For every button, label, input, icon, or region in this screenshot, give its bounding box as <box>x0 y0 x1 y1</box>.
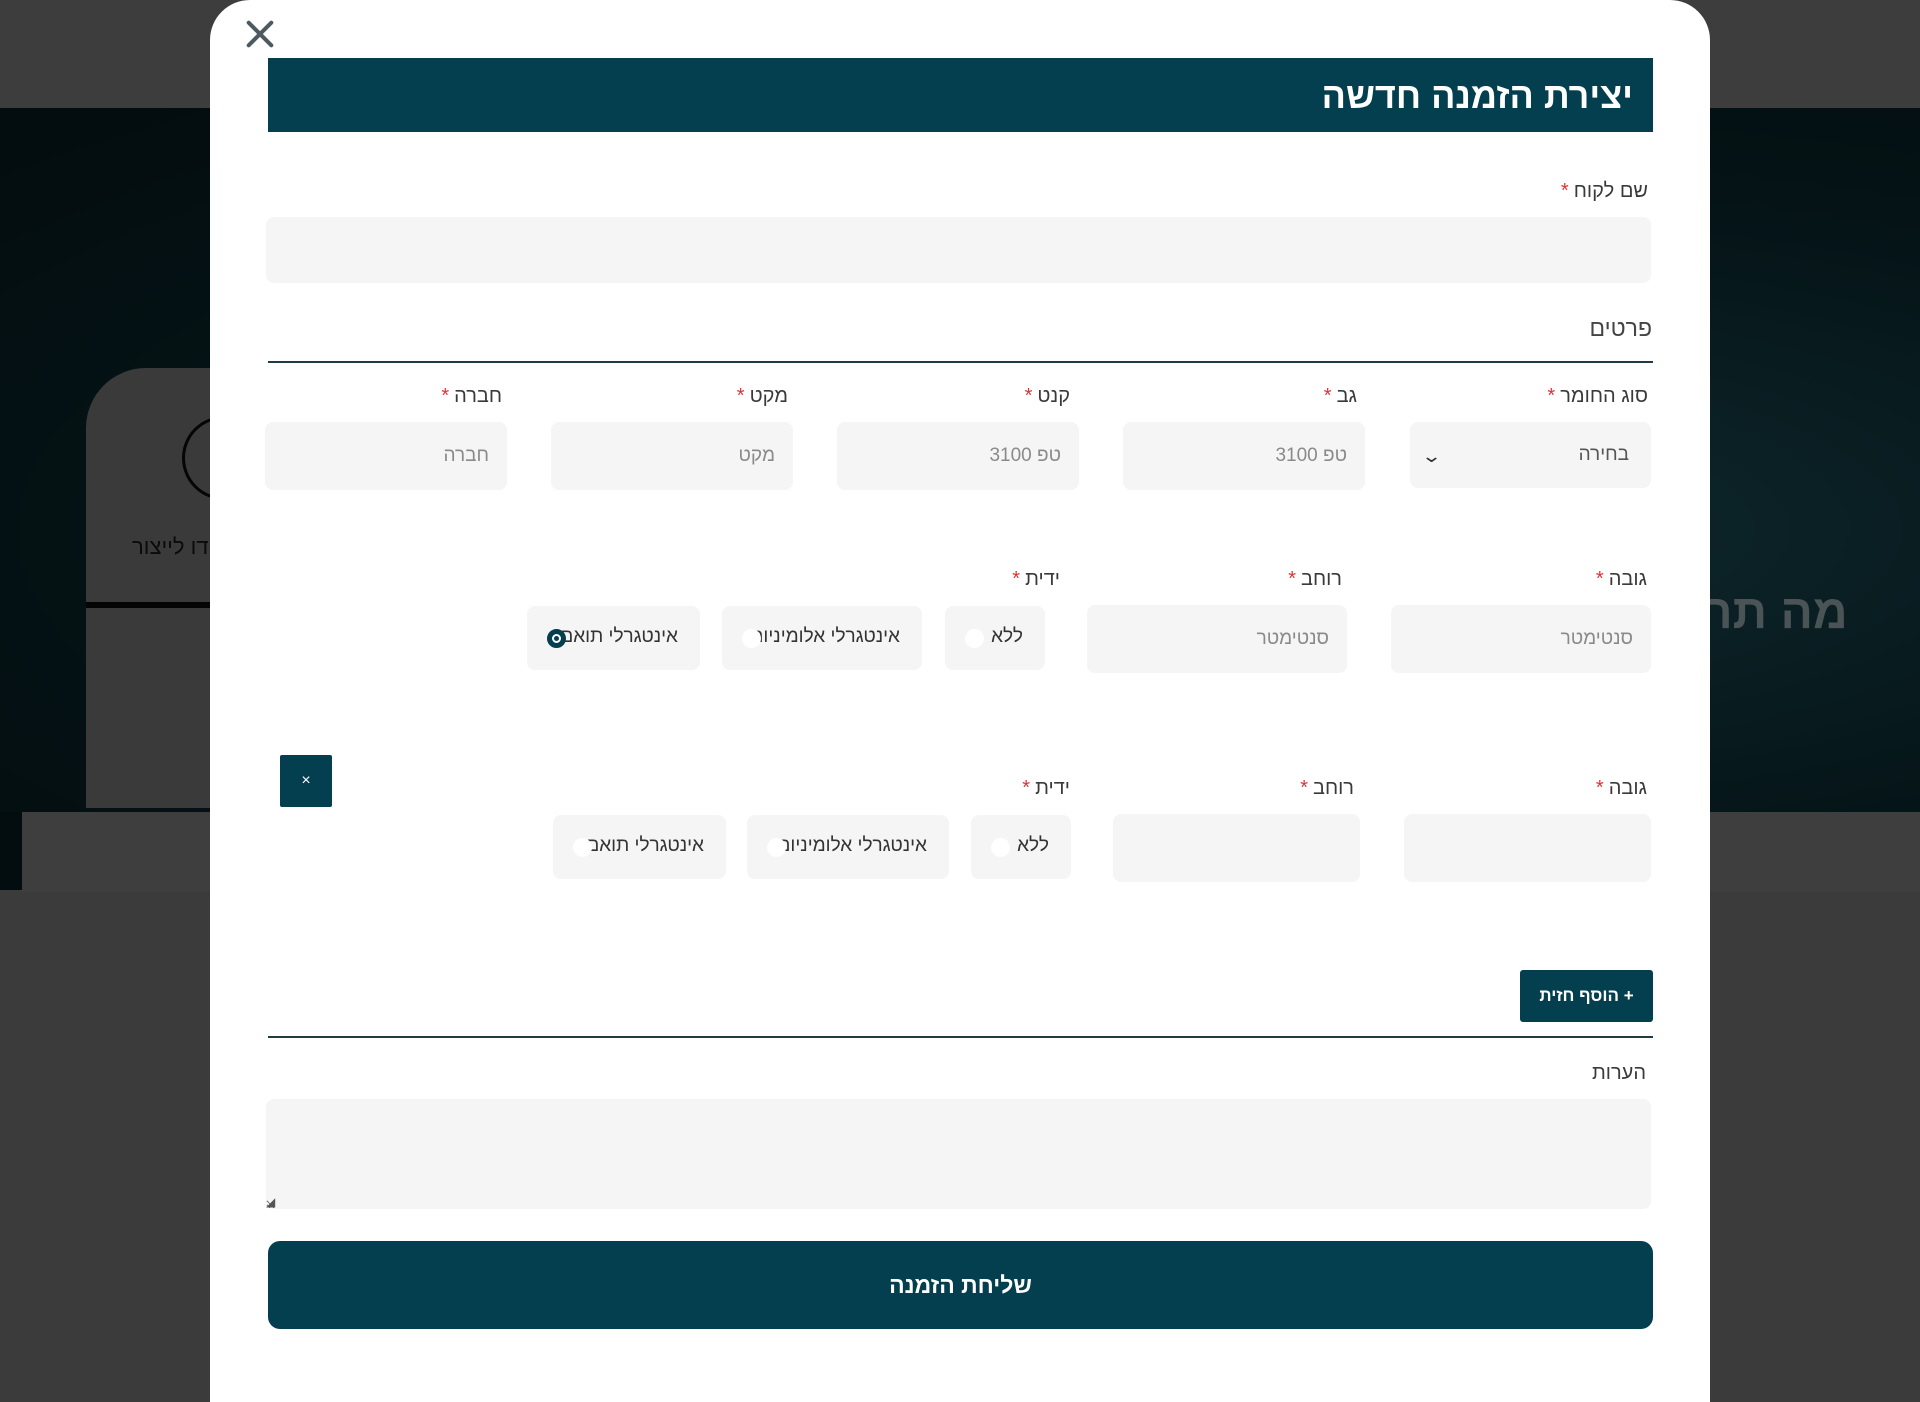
customer-name-label: שם לקוח* <box>1561 180 1648 203</box>
front-1-handle-none[interactable]: ללא <box>945 606 1045 670</box>
notes-label: הערות <box>1591 1062 1646 1084</box>
background-card-text: דו לייצור <box>132 534 209 559</box>
front-2-width-input[interactable] <box>1113 814 1360 882</box>
front-2-height-input[interactable] <box>1404 814 1651 882</box>
close-icon[interactable] <box>240 14 280 54</box>
gav-label-text: גב <box>1336 385 1357 407</box>
front-2-height-label: גובה* <box>1596 777 1647 800</box>
background-hero-title: מה תר <box>1705 586 1848 639</box>
front-1-width-label-text: רוחב <box>1300 568 1342 590</box>
radio-label: אינטגרלי אלומיניום <box>777 835 927 856</box>
radio-icon <box>965 629 984 648</box>
required-mark: * <box>1595 568 1604 590</box>
radio-icon <box>767 838 786 857</box>
required-mark: * <box>441 385 450 407</box>
required-mark: * <box>1323 385 1332 407</box>
front-1-height-label-text: גובה <box>1608 568 1647 590</box>
radio-label: אינטגרלי אלומיניום <box>750 626 900 647</box>
front-2-handle-none[interactable]: ללא <box>971 815 1071 879</box>
makat-label: מקט* <box>737 385 788 408</box>
kant-label-text: קנט <box>1037 385 1070 407</box>
radio-icon <box>742 629 761 648</box>
company-label-text: חברה <box>454 385 502 407</box>
details-divider <box>268 361 1653 363</box>
add-front-button[interactable]: + הוסף חזית <box>1520 970 1653 1022</box>
front-2-handle-label-text: ידית <box>1035 777 1070 799</box>
notes-divider <box>268 1036 1653 1038</box>
kant-input[interactable] <box>837 422 1079 490</box>
radio-icon <box>991 838 1010 857</box>
required-mark: * <box>736 385 745 407</box>
required-mark: * <box>1300 777 1308 799</box>
front-1-handle-aluminum[interactable]: אינטגרלי אלומיניום <box>722 606 922 670</box>
front-2-handle-aluminum[interactable]: אינטגרלי אלומיניום <box>747 815 949 879</box>
required-mark: * <box>1595 777 1604 799</box>
front-2-height-label-text: גובה <box>1608 777 1647 799</box>
customer-name-input[interactable] <box>266 217 1651 283</box>
radio-checked-icon <box>547 629 566 648</box>
kant-label: קנט* <box>1025 385 1070 408</box>
material-type-select[interactable]: בחירה ⌄ <box>1410 422 1651 488</box>
gav-input[interactable] <box>1123 422 1365 490</box>
new-order-modal: יצירת הזמנה חדשה שם לקוח* פרטים סוג החומ… <box>210 0 1710 1402</box>
makat-input[interactable] <box>551 422 793 490</box>
required-mark: * <box>1022 777 1031 799</box>
front-1-width-input[interactable] <box>1087 605 1347 673</box>
radio-label: אינטגרלי תואם <box>586 835 704 856</box>
details-section-title: פרטים <box>1589 315 1652 341</box>
required-mark: * <box>1024 385 1033 407</box>
remove-front-button[interactable]: × <box>280 755 332 807</box>
customer-name-label-text: שם לקוח <box>1573 180 1648 202</box>
front-1-height-input[interactable] <box>1391 605 1651 673</box>
modal-title: יצירת הזמנה חדשה <box>1321 75 1633 116</box>
radio-label: ללא <box>991 626 1023 647</box>
radio-label: ללא <box>1017 835 1049 856</box>
front-1-handle-label: ידית* <box>1012 568 1060 591</box>
radio-icon <box>573 838 592 857</box>
required-mark: * <box>1547 385 1556 407</box>
required-mark: * <box>1288 568 1296 590</box>
modal-header: יצירת הזמנה חדשה <box>268 58 1653 132</box>
company-label: חברה* <box>441 385 502 408</box>
required-mark: * <box>1012 568 1021 590</box>
gav-label: גב* <box>1324 385 1357 408</box>
chevron-down-icon: ⌄ <box>1420 446 1443 466</box>
material-type-selected-value: בחירה <box>1578 444 1629 465</box>
resize-grip-icon[interactable]: ◢ <box>266 1195 275 1209</box>
front-1-handle-integral-match[interactable]: אינטגרלי תואם <box>527 606 700 670</box>
submit-order-button[interactable]: שליחת הזמנה <box>268 1241 1653 1329</box>
background-strip <box>0 812 22 890</box>
material-type-label-text: סוג החומר <box>1560 385 1648 407</box>
makat-label-text: מקט <box>749 385 788 407</box>
front-2-width-label: רוחב* <box>1300 777 1354 800</box>
front-1-width-label: רוחב* <box>1288 568 1342 591</box>
front-1-handle-label-text: ידית <box>1025 568 1060 590</box>
required-mark: * <box>1560 180 1569 202</box>
front-2-handle-label: ידית* <box>1022 777 1070 800</box>
radio-label: אינטגרלי תואם <box>560 626 678 647</box>
front-1-height-label: גובה* <box>1596 568 1647 591</box>
company-input[interactable] <box>265 422 507 490</box>
front-2-handle-integral-match[interactable]: אינטגרלי תואם <box>553 815 726 879</box>
front-2-width-label-text: רוחב <box>1312 777 1354 799</box>
notes-textarea[interactable] <box>266 1099 1651 1209</box>
material-type-label: סוג החומר* <box>1547 385 1648 408</box>
